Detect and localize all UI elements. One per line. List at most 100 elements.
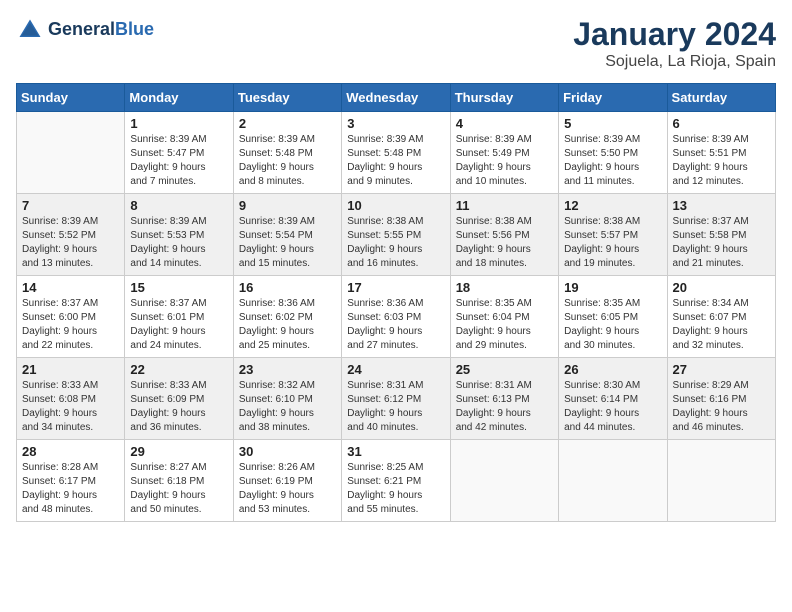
day-info: Sunrise: 8:30 AMSunset: 6:14 PMDaylight:… (564, 379, 661, 435)
day-info: Sunrise: 8:29 AMSunset: 6:16 PMDaylight:… (673, 379, 770, 435)
day-number: 31 (347, 444, 444, 459)
day-number: 3 (347, 116, 444, 131)
calendar-cell: 13 Sunrise: 8:37 AMSunset: 5:58 PMDayligh… (667, 194, 775, 276)
header-monday: Monday (125, 84, 233, 112)
day-info: Sunrise: 8:37 AMSunset: 6:01 PMDaylight:… (130, 297, 227, 353)
day-info: Sunrise: 8:25 AMSunset: 6:21 PMDaylight:… (347, 461, 444, 517)
calendar-week-2: 7 Sunrise: 8:39 AMSunset: 5:52 PMDaylight… (17, 194, 776, 276)
day-info: Sunrise: 8:38 AMSunset: 5:57 PMDaylight:… (564, 215, 661, 271)
calendar-cell: 2 Sunrise: 8:39 AMSunset: 5:48 PMDaylight… (233, 112, 341, 194)
calendar-cell: 15 Sunrise: 8:37 AMSunset: 6:01 PMDayligh… (125, 276, 233, 358)
day-info: Sunrise: 8:34 AMSunset: 6:07 PMDaylight:… (673, 297, 770, 353)
day-info: Sunrise: 8:28 AMSunset: 6:17 PMDaylight:… (22, 461, 119, 517)
day-number: 5 (564, 116, 661, 131)
day-number: 27 (673, 362, 770, 377)
calendar-week-1: 1 Sunrise: 8:39 AMSunset: 5:47 PMDaylight… (17, 112, 776, 194)
calendar-title-area: January 2024 Sojuela, La Rioja, Spain (573, 16, 776, 71)
calendar-cell: 22 Sunrise: 8:33 AMSunset: 6:09 PMDayligh… (125, 358, 233, 440)
day-info: Sunrise: 8:35 AMSunset: 6:05 PMDaylight:… (564, 297, 661, 353)
day-number: 9 (239, 198, 336, 213)
header-tuesday: Tuesday (233, 84, 341, 112)
calendar-cell: 4Sunrise: 8:39 AMSunset: 5:49 PMDaylight… (450, 112, 558, 194)
day-number: 29 (130, 444, 227, 459)
day-number: 10 (347, 198, 444, 213)
day-number: 12 (564, 198, 661, 213)
day-info: Sunrise: 8:31 AMSunset: 6:13 PMDaylight:… (456, 379, 553, 435)
day-number: 15 (130, 280, 227, 295)
day-number: 20 (673, 280, 770, 295)
calendar-cell: 11 Sunrise: 8:38 AMSunset: 5:56 PMDayligh… (450, 194, 558, 276)
day-number: 1 (130, 116, 227, 131)
day-number: 25 (456, 362, 553, 377)
day-info: Sunrise: 8:39 AMSunset: 5:47 PMDaylight:… (130, 133, 227, 189)
calendar-cell: 21 Sunrise: 8:33 AMSunset: 6:08 PMDayligh… (17, 358, 125, 440)
day-number: 23 (239, 362, 336, 377)
logo-text: GeneralBlue (48, 19, 154, 41)
day-info: Sunrise: 8:33 AMSunset: 6:08 PMDaylight:… (22, 379, 119, 435)
calendar-cell: 16Sunrise: 8:36 AMSunset: 6:02 PMDayligh… (233, 276, 341, 358)
day-number: 17 (347, 280, 444, 295)
calendar-cell (17, 112, 125, 194)
calendar-cell: 3 Sunrise: 8:39 AMSunset: 5:48 PMDaylight… (342, 112, 450, 194)
calendar-cell: 26 Sunrise: 8:30 AMSunset: 6:14 PMDayligh… (559, 358, 667, 440)
calendar-cell: 17Sunrise: 8:36 AMSunset: 6:03 PMDayligh… (342, 276, 450, 358)
day-info: Sunrise: 8:39 AMSunset: 5:51 PMDaylight:… (673, 133, 770, 189)
day-info: Sunrise: 8:37 AMSunset: 5:58 PMDaylight:… (673, 215, 770, 271)
day-info: Sunrise: 8:27 AMSunset: 6:18 PMDaylight:… (130, 461, 227, 517)
calendar-cell: 23Sunrise: 8:32 AMSunset: 6:10 PMDayligh… (233, 358, 341, 440)
logo: GeneralBlue (16, 16, 154, 44)
day-info: Sunrise: 8:38 AMSunset: 5:56 PMDaylight:… (456, 215, 553, 271)
day-info: Sunrise: 8:31 AMSunset: 6:12 PMDaylight:… (347, 379, 444, 435)
calendar-cell: 8Sunrise: 8:39 AMSunset: 5:53 PMDaylight… (125, 194, 233, 276)
header-friday: Friday (559, 84, 667, 112)
day-info: Sunrise: 8:39 AMSunset: 5:50 PMDaylight:… (564, 133, 661, 189)
calendar-cell: 29 Sunrise: 8:27 AMSunset: 6:18 PMDayligh… (125, 440, 233, 522)
calendar-cell: 28 Sunrise: 8:28 AMSunset: 6:17 PMDayligh… (17, 440, 125, 522)
calendar-week-3: 14Sunrise: 8:37 AMSunset: 6:00 PMDayligh… (17, 276, 776, 358)
day-number: 14 (22, 280, 119, 295)
day-number: 6 (673, 116, 770, 131)
calendar-cell: 25 Sunrise: 8:31 AMSunset: 6:13 PMDayligh… (450, 358, 558, 440)
day-info: Sunrise: 8:39 AMSunset: 5:48 PMDaylight:… (347, 133, 444, 189)
day-number: 11 (456, 198, 553, 213)
day-info: Sunrise: 8:39 AMSunset: 5:52 PMDaylight:… (22, 215, 119, 271)
calendar-header-row: SundayMondayTuesdayWednesdayThursdayFrid… (17, 84, 776, 112)
day-number: 21 (22, 362, 119, 377)
day-info: Sunrise: 8:39 AMSunset: 5:53 PMDaylight:… (130, 215, 227, 271)
calendar-cell: 30Sunrise: 8:26 AMSunset: 6:19 PMDayligh… (233, 440, 341, 522)
header-wednesday: Wednesday (342, 84, 450, 112)
day-number: 18 (456, 280, 553, 295)
day-number: 26 (564, 362, 661, 377)
page-header: GeneralBlue January 2024 Sojuela, La Rio… (16, 16, 776, 71)
calendar-cell (667, 440, 775, 522)
calendar-cell: 5 Sunrise: 8:39 AMSunset: 5:50 PMDaylight… (559, 112, 667, 194)
calendar-cell: 27 Sunrise: 8:29 AMSunset: 6:16 PMDayligh… (667, 358, 775, 440)
day-number: 28 (22, 444, 119, 459)
day-info: Sunrise: 8:39 AMSunset: 5:48 PMDaylight:… (239, 133, 336, 189)
calendar-cell: 24 Sunrise: 8:31 AMSunset: 6:12 PMDayligh… (342, 358, 450, 440)
day-number: 7 (22, 198, 119, 213)
calendar-week-4: 21 Sunrise: 8:33 AMSunset: 6:08 PMDayligh… (17, 358, 776, 440)
calendar-cell: 10Sunrise: 8:38 AMSunset: 5:55 PMDayligh… (342, 194, 450, 276)
calendar-subtitle: Sojuela, La Rioja, Spain (573, 53, 776, 71)
day-info: Sunrise: 8:33 AMSunset: 6:09 PMDaylight:… (130, 379, 227, 435)
header-sunday: Sunday (17, 84, 125, 112)
calendar-cell: 7 Sunrise: 8:39 AMSunset: 5:52 PMDaylight… (17, 194, 125, 276)
day-info: Sunrise: 8:35 AMSunset: 6:04 PMDaylight:… (456, 297, 553, 353)
day-info: Sunrise: 8:39 AMSunset: 5:49 PMDaylight:… (456, 133, 553, 189)
calendar-cell: 18 Sunrise: 8:35 AMSunset: 6:04 PMDayligh… (450, 276, 558, 358)
calendar-cell: 6 Sunrise: 8:39 AMSunset: 5:51 PMDaylight… (667, 112, 775, 194)
header-thursday: Thursday (450, 84, 558, 112)
day-number: 22 (130, 362, 227, 377)
calendar-cell (450, 440, 558, 522)
day-info: Sunrise: 8:39 AMSunset: 5:54 PMDaylight:… (239, 215, 336, 271)
day-number: 24 (347, 362, 444, 377)
calendar-cell (559, 440, 667, 522)
calendar-week-5: 28 Sunrise: 8:28 AMSunset: 6:17 PMDayligh… (17, 440, 776, 522)
calendar-cell: 14Sunrise: 8:37 AMSunset: 6:00 PMDayligh… (17, 276, 125, 358)
day-info: Sunrise: 8:36 AMSunset: 6:02 PMDaylight:… (239, 297, 336, 353)
day-number: 13 (673, 198, 770, 213)
calendar-table: SundayMondayTuesdayWednesdayThursdayFrid… (16, 83, 776, 522)
day-number: 2 (239, 116, 336, 131)
day-info: Sunrise: 8:26 AMSunset: 6:19 PMDaylight:… (239, 461, 336, 517)
